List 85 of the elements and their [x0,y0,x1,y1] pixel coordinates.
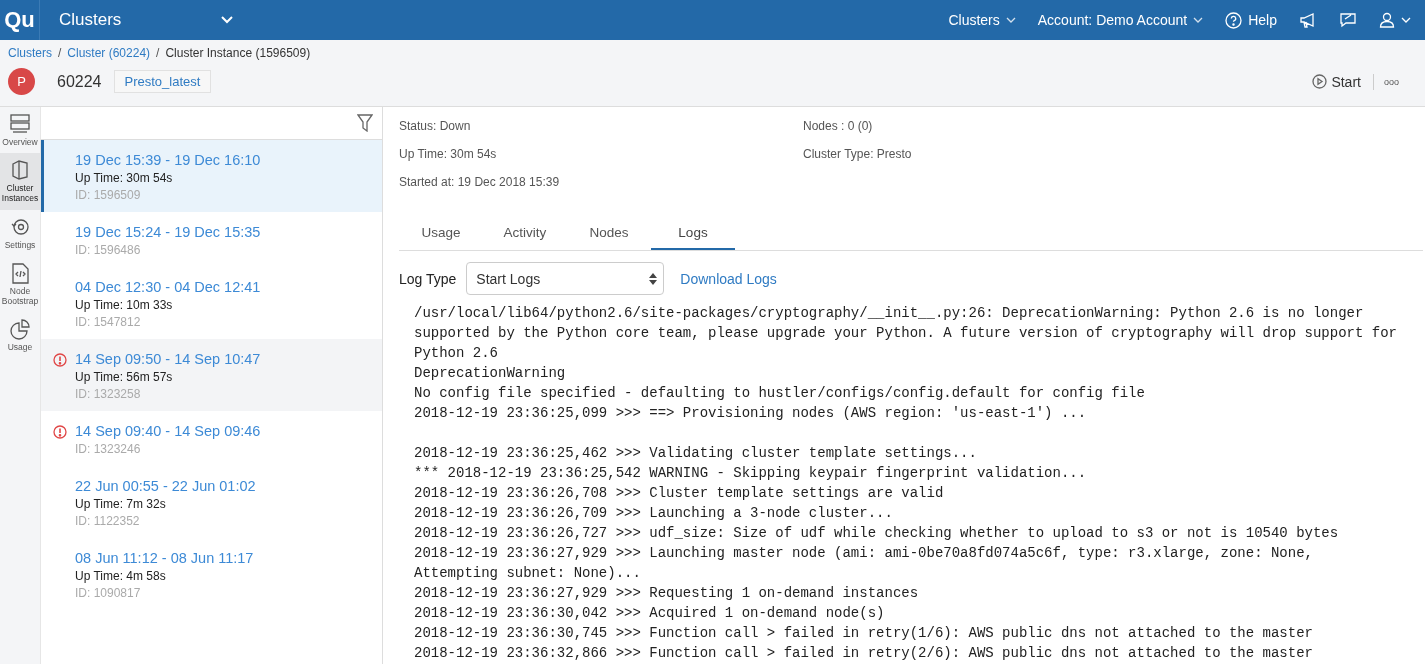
instance-time-range[interactable]: 04 Dec 12:30 - 04 Dec 12:41 [75,279,372,295]
breadcrumb-link[interactable]: Cluster (60224) [67,46,151,60]
log-type-label: Log Type [399,270,457,287]
log-line: 2018-12-19 23:36:27,929 >>> Launching master node (ami: ami-0be70a8fd074a5c6f, type: r3.xlarge, zone: None, Attempting subnet: None)... [414,544,1314,583]
cluster-label-tag: Presto_latest [113,70,212,93]
instance-id: ID: 1122352 [75,514,141,528]
instance-id: ID: 1323258 [75,387,142,401]
filter-icon [357,114,373,132]
chevron-down-icon [221,16,234,24]
help-icon [1225,11,1243,29]
instance-time-range[interactable]: 22 Jun 00:55 - 22 Jun 01:02 [75,478,372,494]
instance-uptime: Up Time: 4m 58s [75,569,167,583]
detail-text: Nodes : 0 (0) [803,119,874,133]
breadcrumb-separator: / [156,46,160,60]
instance-item[interactable]: 08 Jun 11:12 - 08 Jun 11:17 Up Time: 4m 58s ID: 1090817 [41,538,382,610]
nav-item[interactable]: Cluster Instances [0,153,40,210]
start-button[interactable]: Start [1312,73,1374,90]
instance-id: ID: 1596486 [75,243,142,257]
tab[interactable]: Activity [483,219,567,250]
more-button[interactable]: ooo [1373,76,1417,87]
app-switcher[interactable]: Clusters [59,10,234,30]
megaphone-icon [1299,12,1317,28]
nav-item[interactable]: Node Bootstrap [0,255,40,313]
log-line: /usr/local/lib64/python2.6/site-packages/cryptography/__init__.py:26: DeprecationWarning: Python 2.6 is no longer supported by the Python core team, please upgrade your Python. A future version of cryptography will drop support for Python 2.6 [414,304,1398,363]
log-line: 2018-12-19 23:36:26,709 >>> Launching a 3-node cluster... [414,504,894,523]
log-line: 2018-12-19 23:36:32,866 >>> Function call > failed in retry(2/6): AWS public dns not attached to the master [414,644,1314,663]
tab[interactable]: Nodes [567,219,651,250]
log-line: 2018-12-19 23:36:26,708 >>> Cluster template settings are valid [414,484,945,503]
user-menu[interactable] [1379,12,1411,28]
caret-icon [1193,16,1204,24]
detail-text: Up Time: 30m 54s [399,147,498,161]
user-icon [1379,12,1395,28]
instance-uptime: Up Time: 10m 33s [75,298,174,312]
instance-item[interactable]: 22 Jun 00:55 - 22 Jun 01:02 Up Time: 7m 32s ID: 1122352 [41,466,382,538]
instance-uptime: Up Time: 30m 54s [75,171,174,185]
instance-item[interactable]: 04 Dec 12:30 - 04 Dec 12:41 Up Time: 10m 33s ID: 1547812 [41,267,382,339]
sort-arrows-icon [649,272,658,285]
log-line: 2018-12-19 23:36:30,745 >>> Function call > failed in retry(1/6): AWS public dns not attached to the master [414,624,1314,643]
nav-item[interactable]: Usage [0,312,40,359]
log-type-select[interactable]: Start Logs [466,262,665,295]
instance-item[interactable]: 19 Dec 15:39 - 19 Dec 16:10 Up Time: 30m 54s ID: 1596509 [41,140,382,212]
play-icon [1312,74,1328,89]
server-icon [9,113,31,135]
instance-id: ID: 1596509 [75,188,142,202]
instance-item[interactable]: 14 Sep 09:50 - 14 Sep 10:47 Up Time: 56m 57s ID: 1323258 [41,339,382,411]
instance-time-range[interactable]: 19 Dec 15:24 - 19 Dec 15:35 [75,224,372,240]
caret-icon [1401,16,1411,24]
instance-time-range[interactable]: 14 Sep 09:40 - 14 Sep 09:46 [75,423,372,439]
detail-text: Status: Down [399,119,472,133]
instance-id: ID: 1547812 [75,315,142,329]
caret-icon [1005,16,1016,24]
instance-uptime: Up Time: 7m 32s [75,497,167,511]
help-link[interactable]: Help [1225,11,1277,29]
tab[interactable]: Usage [399,219,483,250]
dropdown-menu[interactable]: Clusters [948,12,1016,28]
log-line: *** 2018-12-19 23:36:25,542 WARNING - Skipping keypair fingerprint validation... [414,464,1088,483]
download-logs-link[interactable]: Download Logs [680,270,777,287]
dropdown-menu[interactable]: Account: Demo Account [1037,12,1204,28]
nav-item[interactable]: Overview [0,107,40,154]
code-file-icon [9,261,31,284]
log-line: 2018-12-19 23:36:25,099 >>> ==> Provisioning nodes (AWS region: 'us-east-1') ... [414,404,1088,423]
instance-id: ID: 1090817 [75,586,142,600]
log-line: DeprecationWarning [414,364,567,383]
detail-text: Started at: 19 Dec 2018 15:39 [399,175,561,189]
breadcrumb-current: Cluster Instance (1596509) [165,46,311,60]
log-line: 2018-12-19 23:36:30,042 >>> Acquired 1 on-demand node(s) [414,604,886,623]
nav-item[interactable]: Settings [0,209,40,256]
tab[interactable]: Logs [651,219,735,250]
instance-time-range[interactable]: 08 Jun 11:12 - 08 Jun 11:17 [75,550,372,566]
log-line: 2018-12-19 23:36:26,727 >>> udf_size: Size of udf while checking whether to upload to s3 or not is 10540 bytes [414,524,1340,543]
breadcrumb-separator: / [58,46,62,60]
instance-item[interactable]: 19 Dec 15:24 - 19 Dec 15:35 ID: 1596486 [41,212,382,267]
avatar: P [8,68,35,95]
breadcrumb-link[interactable]: Clusters [8,46,52,60]
feedback-icon [1339,12,1357,28]
pie-chart-icon [9,318,31,341]
instance-id: ID: 1323246 [75,442,142,456]
instance-uptime: Up Time: 56m 57s [75,370,174,384]
cluster-id: 60224 [57,72,102,91]
instance-item[interactable]: 14 Sep 09:40 - 14 Sep 09:46 ID: 1323246 [41,411,382,466]
detail-text: Cluster Type: Presto [803,147,913,161]
book-icon [9,159,31,182]
log-line: No config file specified - defaulting to hustler/configs/config.default for config file [414,384,1146,403]
log-line: 2018-12-19 23:36:27,929 >>> Requesting 1 on-demand instances [414,584,920,603]
log-line: 2018-12-19 23:36:25,462 >>> Validating cluster template settings... [414,444,978,463]
